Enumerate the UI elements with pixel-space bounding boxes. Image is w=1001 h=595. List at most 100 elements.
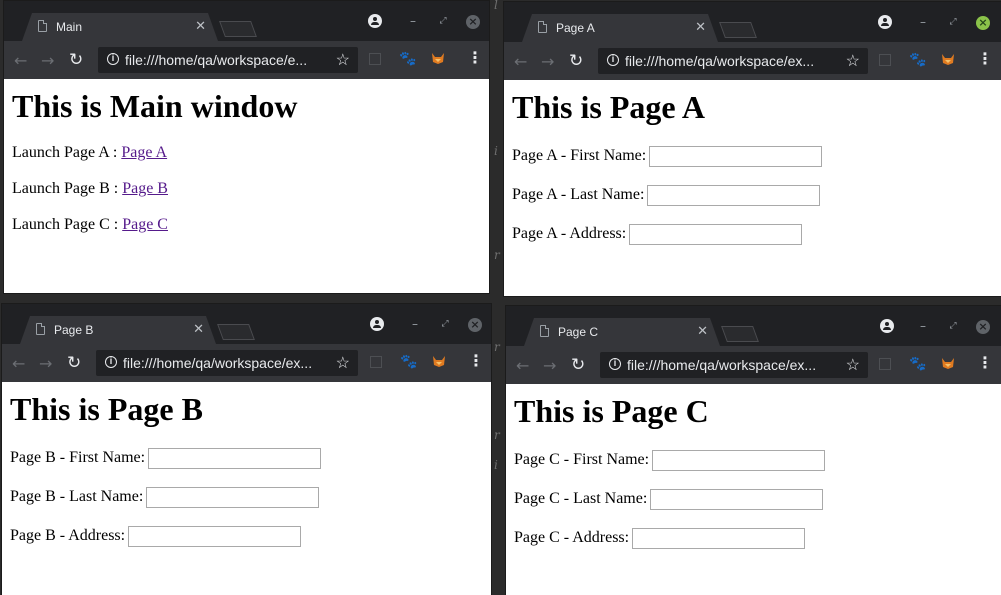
bookmark-star-icon[interactable]: ☆ — [846, 51, 860, 71]
form-row-address: Page A - Address: — [512, 224, 803, 245]
extension-placeholder-icon[interactable] — [879, 54, 891, 66]
info-icon[interactable]: i — [609, 358, 621, 370]
tab-close-icon[interactable]: ✕ — [695, 19, 706, 35]
form-row-first-name: Page C - First Name: — [514, 450, 826, 471]
page-heading: This is Main window — [12, 88, 298, 124]
forward-button[interactable]: → — [41, 51, 54, 70]
back-button[interactable]: ← — [12, 354, 25, 373]
new-tab-button[interactable] — [721, 326, 759, 342]
tab-page-b[interactable]: Page B ✕ — [20, 316, 216, 344]
address-bar[interactable]: i file:///home/qa/workspace/ex... ☆ — [96, 350, 358, 376]
new-tab-button[interactable] — [219, 21, 257, 37]
window-close-button[interactable]: × — [466, 15, 480, 29]
account-icon[interactable] — [368, 14, 382, 28]
address-bar[interactable]: i file:///home/qa/workspace/ex... ☆ — [600, 352, 868, 378]
link-page-c[interactable]: Page C — [122, 216, 168, 233]
forward-button[interactable]: → — [39, 354, 52, 373]
background-glyph: l — [494, 0, 498, 12]
form-row-first-name: Page B - First Name: — [10, 448, 322, 469]
minimize-button[interactable]: – — [916, 319, 930, 333]
paw-extension-icon[interactable]: 🐾 — [909, 52, 926, 68]
browser-menu-icon[interactable]: ⋮ — [977, 355, 993, 371]
fox-extension-icon[interactable] — [941, 52, 955, 66]
address-input[interactable] — [128, 526, 302, 547]
window-close-button[interactable]: × — [468, 318, 482, 332]
launch-label: Launch Page B : — [12, 180, 123, 197]
restore-button[interactable]: ⤢ — [946, 15, 960, 29]
link-page-b[interactable]: Page B — [122, 180, 168, 197]
account-icon[interactable] — [370, 317, 384, 331]
back-button[interactable]: ← — [14, 51, 27, 70]
account-icon[interactable] — [878, 15, 892, 29]
minimize-button[interactable]: – — [916, 15, 930, 29]
first-name-input[interactable] — [148, 448, 322, 469]
bookmark-star-icon[interactable]: ☆ — [336, 50, 350, 70]
address-bar[interactable]: i file:///home/qa/workspace/e... ☆ — [98, 47, 358, 73]
launch-row-b: Launch Page B : Page B — [12, 180, 168, 198]
new-tab-button[interactable] — [719, 22, 757, 38]
paw-extension-icon[interactable]: 🐾 — [400, 354, 417, 370]
window-close-button[interactable]: × — [976, 16, 990, 30]
paw-extension-icon[interactable]: 🐾 — [399, 51, 416, 67]
fox-extension-icon[interactable] — [431, 51, 445, 65]
extension-placeholder-icon[interactable] — [879, 358, 891, 370]
tab-close-icon[interactable]: ✕ — [193, 321, 204, 337]
tab-close-icon[interactable]: ✕ — [195, 18, 206, 34]
link-page-a[interactable]: Page A — [121, 144, 167, 161]
tab-strip: Page B ✕ – ⤢ × — [2, 304, 491, 344]
address-input[interactable] — [632, 528, 806, 549]
extension-placeholder-icon[interactable] — [369, 53, 381, 65]
page-content: This is Page A Page A - First Name: Page… — [504, 80, 1001, 296]
reload-button[interactable]: ↻ — [69, 50, 83, 70]
reload-button[interactable]: ↻ — [569, 51, 583, 71]
info-icon[interactable]: i — [607, 54, 619, 66]
address-bar[interactable]: i file:///home/qa/workspace/ex... ☆ — [598, 48, 868, 74]
browser-menu-icon[interactable]: ⋮ — [467, 50, 483, 66]
last-name-input[interactable] — [650, 489, 824, 510]
first-name-input[interactable] — [652, 450, 826, 471]
first-name-input[interactable] — [649, 146, 823, 167]
restore-button[interactable]: ⤢ — [438, 317, 452, 331]
info-icon[interactable]: i — [105, 356, 117, 368]
minimize-button[interactable]: – — [406, 14, 420, 28]
window-close-button[interactable]: × — [976, 320, 990, 334]
fox-extension-icon[interactable] — [432, 354, 446, 368]
tab-title: Page C — [558, 325, 599, 339]
info-icon[interactable]: i — [107, 53, 119, 65]
tab-title: Page A — [556, 21, 595, 35]
restore-button[interactable]: ⤢ — [436, 14, 450, 28]
paw-extension-icon[interactable]: 🐾 — [909, 356, 926, 372]
tab-page-c[interactable]: Page C ✕ — [524, 318, 720, 346]
forward-button[interactable]: → — [541, 52, 554, 71]
background-glyph: r — [494, 428, 500, 442]
tab-page-a[interactable]: Page A ✕ — [522, 14, 718, 42]
page-content: This is Page B Page B - First Name: Page… — [2, 382, 491, 595]
bookmark-star-icon[interactable]: ☆ — [336, 353, 350, 373]
bookmark-star-icon[interactable]: ☆ — [846, 355, 860, 375]
reload-button[interactable]: ↻ — [571, 355, 585, 375]
browser-menu-icon[interactable]: ⋮ — [977, 51, 993, 67]
launch-label: Launch Page A : — [12, 144, 122, 161]
tab-close-icon[interactable]: ✕ — [697, 323, 708, 339]
page-heading: This is Page A — [512, 89, 705, 125]
browser-menu-icon[interactable]: ⋮ — [468, 353, 484, 369]
field-label: Page B - First Name: — [10, 449, 146, 467]
fox-extension-icon[interactable] — [941, 356, 955, 370]
field-label: Page C - Last Name: — [514, 490, 648, 508]
tab-main[interactable]: Main ✕ — [22, 13, 218, 41]
last-name-input[interactable] — [146, 487, 320, 508]
minimize-button[interactable]: – — [408, 317, 422, 331]
forward-button[interactable]: → — [543, 356, 556, 375]
field-label: Page A - First Name: — [512, 147, 647, 165]
account-icon[interactable] — [880, 319, 894, 333]
extension-placeholder-icon[interactable] — [370, 356, 382, 368]
reload-button[interactable]: ↻ — [67, 353, 81, 373]
restore-button[interactable]: ⤢ — [946, 319, 960, 333]
new-tab-button[interactable] — [217, 324, 255, 340]
browser-window-page-b: Page B ✕ – ⤢ × ← → ↻ i file:///home/qa/w… — [2, 304, 491, 595]
back-button[interactable]: ← — [514, 52, 527, 71]
last-name-input[interactable] — [647, 185, 821, 206]
address-input[interactable] — [629, 224, 803, 245]
back-button[interactable]: ← — [516, 356, 529, 375]
page-icon — [38, 20, 47, 32]
